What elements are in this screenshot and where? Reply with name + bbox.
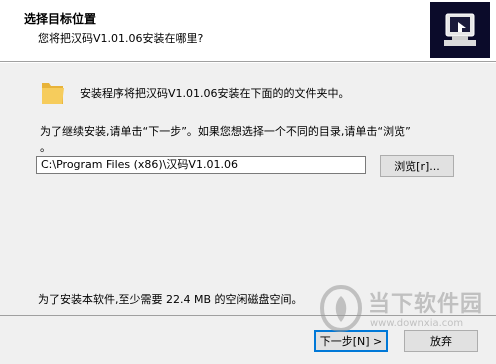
browse-button[interactable]: 浏览[r]... bbox=[380, 155, 454, 177]
wizard-footer: 下一步[N] > 放弃 bbox=[0, 316, 496, 364]
wizard-header: 选择目标位置 您将把汉码V1.01.06安装在哪里? bbox=[0, 0, 496, 60]
folder-icon bbox=[40, 77, 66, 110]
install-location-text: 安装程序将把汉码V1.01.06安装在下面的的文件夹中。 bbox=[80, 87, 350, 100]
instruction-text-end: 。 bbox=[40, 141, 51, 154]
installer-computer-icon bbox=[430, 2, 490, 58]
next-button[interactable]: 下一步[N] > bbox=[314, 330, 388, 352]
instruction-text: 为了继续安装,请单击“下一步”。如果您想选择一个不同的目录,请单击“浏览” bbox=[40, 125, 411, 138]
install-path-input[interactable] bbox=[36, 156, 366, 174]
wizard-body: 安装程序将把汉码V1.01.06安装在下面的的文件夹中。 为了继续安装,请单击“… bbox=[0, 63, 496, 315]
disk-space-text: 为了安装本软件,至少需要 22.4 MB 的空闲磁盘空间。 bbox=[38, 293, 303, 306]
page-subtitle: 您将把汉码V1.01.06安装在哪里? bbox=[38, 32, 204, 45]
page-title: 选择目标位置 bbox=[24, 12, 97, 26]
cancel-button[interactable]: 放弃 bbox=[404, 330, 478, 352]
